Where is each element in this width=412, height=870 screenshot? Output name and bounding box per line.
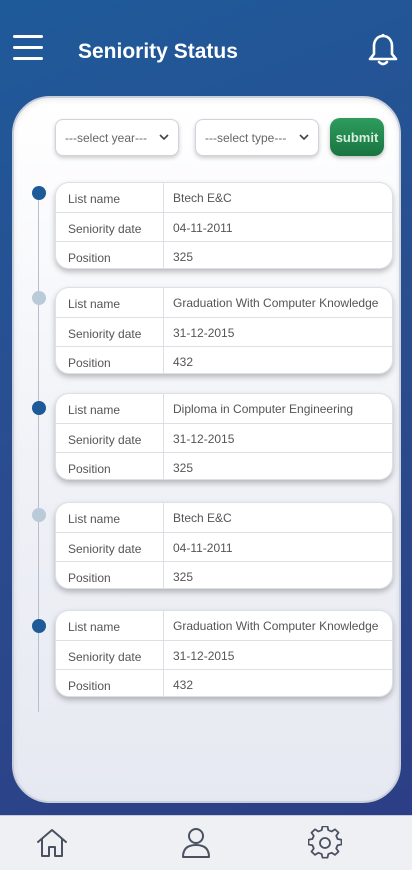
position-label: Position [68, 251, 111, 265]
home-icon[interactable] [35, 826, 69, 860]
seniority-card[interactable]: List name Btech E&C Seniority date 04-11… [55, 502, 393, 589]
row-list-name: List name Graduation With Computer Knowl… [56, 611, 392, 640]
seniority-date-label: Seniority date [68, 327, 142, 341]
timeline-dot [32, 186, 46, 200]
seniority-date-label: Seniority date [68, 222, 142, 236]
row-position: Position 432 [56, 346, 392, 375]
list-name-value: Graduation With Computer Knowledge [173, 619, 379, 633]
row-list-name: List name Btech E&C [56, 503, 392, 532]
seniority-card[interactable]: List name Btech E&C Seniority date 04-11… [55, 182, 393, 269]
timeline-line [38, 190, 39, 712]
row-position: Position 325 [56, 241, 392, 270]
year-select-value: ---select year--- [65, 130, 148, 145]
position-label: Position [68, 356, 111, 370]
chevron-down-icon [299, 134, 309, 141]
position-value: 432 [173, 678, 194, 692]
row-seniority-date: Seniority date 31-12-2015 [56, 640, 392, 669]
list-name-label: List name [68, 403, 121, 417]
bottom-navigation [0, 815, 412, 870]
seniority-card[interactable]: List name Graduation With Computer Knowl… [55, 287, 393, 374]
timeline-dot [32, 401, 46, 415]
settings-icon[interactable] [307, 825, 343, 860]
seniority-date-value: 04-11-2011 [173, 221, 233, 235]
seniority-date-value: 31-12-2015 [173, 649, 235, 663]
row-list-name: List name Btech E&C [56, 183, 392, 212]
row-position: Position 432 [56, 669, 392, 698]
app-header: Seniority Status [0, 0, 412, 100]
content-panel: ---select year--- ---select type--- subm… [12, 96, 401, 803]
list-name-value: Diploma in Computer Engineering [173, 402, 354, 416]
list-name-label: List name [68, 192, 121, 206]
seniority-date-label: Seniority date [68, 542, 142, 556]
timeline-dot [32, 508, 46, 522]
timeline-dot [32, 291, 46, 305]
list-name-label: List name [68, 620, 121, 634]
year-select[interactable]: ---select year--- [55, 119, 179, 156]
seniority-date-value: 31-12-2015 [173, 432, 235, 446]
position-label: Position [68, 462, 111, 476]
seniority-date-label: Seniority date [68, 433, 142, 447]
type-select-value: ---select type--- [205, 130, 287, 145]
list-name-label: List name [68, 297, 121, 311]
row-position: Position 325 [56, 452, 392, 481]
chevron-down-icon [159, 134, 169, 141]
row-position: Position 325 [56, 561, 392, 590]
hamburger-menu-icon[interactable] [13, 35, 43, 63]
position-value: 432 [173, 355, 194, 369]
position-label: Position [68, 571, 111, 585]
list-name-value: Graduation With Computer Knowledge [173, 296, 379, 310]
row-seniority-date: Seniority date 04-11-2011 [56, 532, 392, 561]
list-name-label: List name [68, 512, 121, 526]
user-icon[interactable] [179, 826, 213, 860]
row-seniority-date: Seniority date 31-12-2015 [56, 317, 392, 346]
list-name-value: Btech E&C [173, 191, 232, 205]
row-list-name: List name Diploma in Computer Engineerin… [56, 394, 392, 423]
position-label: Position [68, 679, 111, 693]
timeline-dot [32, 619, 46, 633]
seniority-card[interactable]: List name Graduation With Computer Knowl… [55, 610, 393, 697]
position-value: 325 [173, 461, 194, 475]
seniority-date-label: Seniority date [68, 650, 142, 664]
position-value: 325 [173, 250, 194, 264]
type-select[interactable]: ---select type--- [195, 119, 319, 156]
seniority-date-value: 04-11-2011 [173, 541, 233, 555]
list-name-value: Btech E&C [173, 511, 232, 525]
row-list-name: List name Graduation With Computer Knowl… [56, 288, 392, 317]
position-value: 325 [173, 570, 194, 584]
page-title: Seniority Status [78, 40, 238, 63]
bell-icon[interactable] [366, 33, 400, 67]
row-seniority-date: Seniority date 04-11-2011 [56, 212, 392, 241]
submit-button[interactable]: submit [330, 118, 384, 156]
seniority-date-value: 31-12-2015 [173, 326, 235, 340]
seniority-card[interactable]: List name Diploma in Computer Engineerin… [55, 393, 393, 480]
row-seniority-date: Seniority date 31-12-2015 [56, 423, 392, 452]
